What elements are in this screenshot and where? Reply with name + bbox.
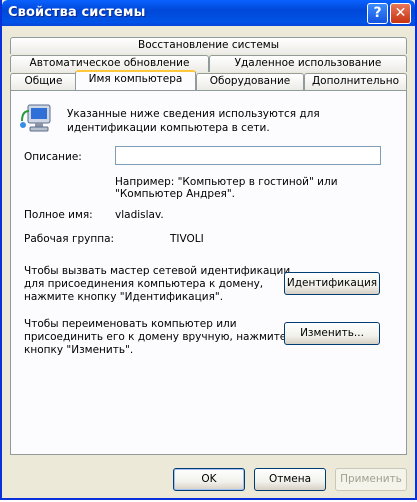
example-text-line2: "Компьютер Андрея". xyxy=(115,188,236,200)
help-icon: ? xyxy=(373,5,382,21)
tab-general[interactable]: Общие xyxy=(10,73,77,90)
intro-text-line1: Указанные ниже сведения используются для xyxy=(67,108,320,120)
wizard-text-line3: нажмите кнопку "Идентификация". xyxy=(24,291,224,303)
description-field[interactable] xyxy=(115,146,381,165)
apply-button[interactable]: Применить xyxy=(335,468,407,491)
wizard-text-line1: Чтобы вызвать мастер сетевой идентификац… xyxy=(24,265,291,277)
system-properties-window: Свойства системы ? ✕ Восстановление сист… xyxy=(0,0,417,500)
cancel-button[interactable]: Отмена xyxy=(254,468,326,491)
tab-remote[interactable]: Удаленное использование xyxy=(209,55,407,72)
tab-advanced[interactable]: Дополнительно xyxy=(304,73,407,90)
intro-text-line2: идентификации компьютера в сети. xyxy=(67,122,270,134)
help-button[interactable]: ? xyxy=(367,3,388,24)
close-icon: ✕ xyxy=(394,5,407,21)
window-title: Свойства системы xyxy=(8,5,146,20)
example-text-line1: Например: "Компьютер в гостиной" или xyxy=(115,176,338,188)
ok-button[interactable]: OK xyxy=(173,468,245,491)
title-bar[interactable]: Свойства системы ? ✕ xyxy=(2,0,415,26)
full-name-value: vladislav. xyxy=(115,209,164,221)
tab-hardware[interactable]: Оборудование xyxy=(196,73,304,90)
change-button[interactable]: Изменить... xyxy=(284,322,380,345)
tab-system-restore[interactable]: Восстановление системы xyxy=(10,37,407,54)
computer-network-icon xyxy=(20,104,51,132)
wizard-text-line2: для присоединения компьютера к домену, xyxy=(24,278,264,290)
tab-computer-name[interactable]: Имя компьютера xyxy=(75,70,196,90)
full-name-label: Полное имя: xyxy=(24,209,93,221)
description-label: Описание: xyxy=(24,151,82,163)
rename-text-line3: кнопку "Изменить". xyxy=(24,344,134,356)
rename-text-line2: присоединить его к домену вручную, нажми… xyxy=(24,331,287,343)
workgroup-value: TIVOLI xyxy=(170,233,204,245)
close-button[interactable]: ✕ xyxy=(390,3,411,24)
workgroup-label: Рабочая группа: xyxy=(24,233,115,245)
identification-button[interactable]: Идентификация xyxy=(284,272,380,295)
rename-text-line1: Чтобы переименовать компьютер или xyxy=(24,318,237,330)
